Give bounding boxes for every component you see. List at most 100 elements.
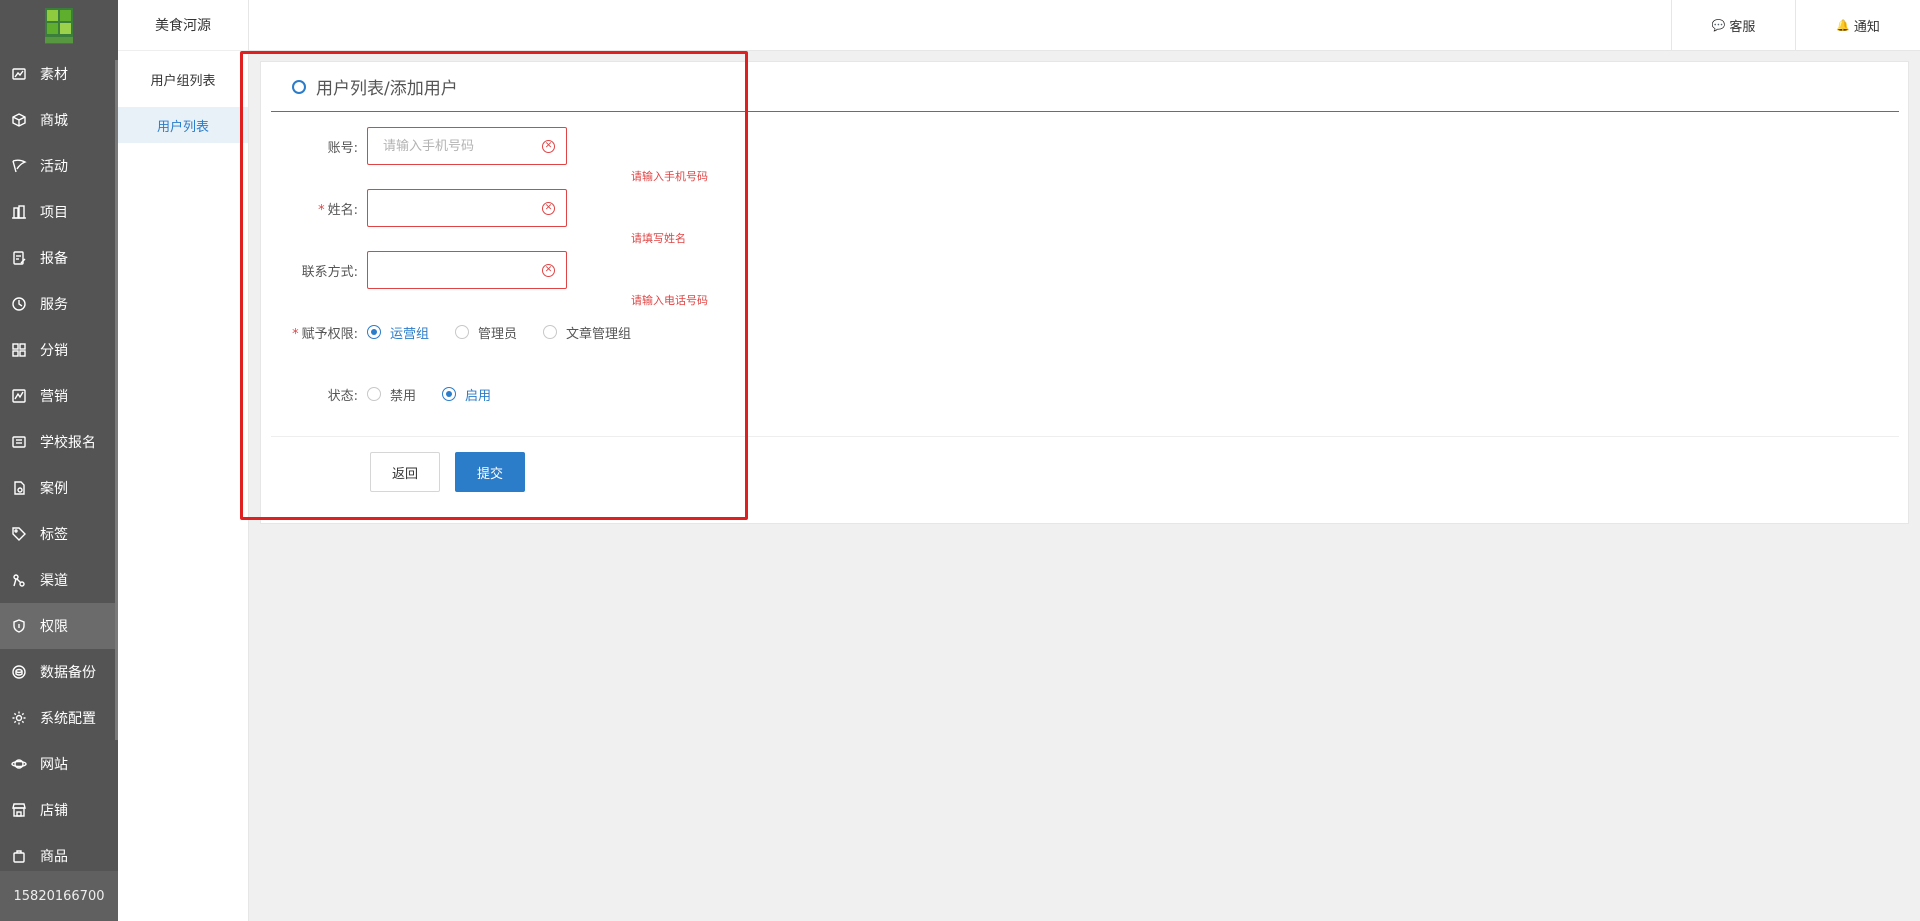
sidebar-item-4[interactable]: 项目 — [0, 189, 118, 235]
circle-icon — [292, 79, 306, 94]
database-icon — [10, 663, 28, 681]
sidebar-item-label: 数据备份 — [40, 665, 96, 681]
error-clear-icon[interactable]: ✕ — [542, 140, 555, 153]
sidebar-item-12[interactable]: 渠道 — [0, 557, 118, 603]
sidebar-item-label: 服务 — [40, 297, 68, 313]
customer-service-button[interactable]: 💬 客服 — [1671, 0, 1795, 51]
sidebar-item-label: 标签 — [40, 527, 68, 543]
permission-radio-article-admin[interactable]: 文章管理组 — [543, 323, 631, 342]
sidebar-item-13[interactable]: 权限 — [0, 603, 118, 649]
analytics-icon — [10, 387, 28, 405]
sidebar-item-label: 系统配置 — [40, 711, 96, 727]
submenu-item-users[interactable]: 用户列表 — [118, 107, 248, 143]
radio-dot — [367, 387, 381, 401]
submit-button[interactable]: 提交 — [455, 452, 525, 492]
add-user-card: 用户列表/添加用户 账号: ✕ 请输入手机号码 *姓名: ✕ 请填写姓名 联系方… — [260, 61, 1909, 524]
card-header: 用户列表/添加用户 — [271, 62, 1899, 112]
list-board-icon — [10, 433, 28, 451]
name-row: * 姓名: ✕ — [271, 189, 567, 227]
contact-label: 联系方式: — [301, 264, 358, 280]
building-icon — [10, 203, 28, 221]
sidebar-item-2[interactable]: 商城 — [0, 97, 118, 143]
site-title: 美食河源 — [118, 0, 248, 51]
name-input[interactable] — [383, 191, 543, 225]
contact-row: 联系方式: ✕ — [271, 251, 567, 289]
notification-button[interactable]: 🔔 通知 — [1795, 0, 1920, 51]
radio-dot — [367, 325, 381, 339]
permission-radio-operations[interactable]: 运营组 — [367, 323, 429, 342]
sidebar-item-9[interactable]: 学校报名 — [0, 419, 118, 465]
sidebar-item-14[interactable]: 数据备份 — [0, 649, 118, 695]
permission-radio-admin[interactable]: 管理员 — [455, 323, 517, 342]
sidebar-item-label: 学校报名 — [40, 435, 96, 451]
contact-error: 请输入电话号码 — [631, 294, 708, 307]
planet-icon — [10, 755, 28, 773]
status-radio-enabled[interactable]: 启用 — [442, 385, 491, 404]
flag-icon — [10, 157, 28, 175]
shield-icon — [10, 617, 28, 635]
sidebar-item-label: 分销 — [40, 343, 68, 359]
error-clear-icon[interactable]: ✕ — [542, 202, 555, 215]
sidebar-item-label: 网站 — [40, 757, 68, 773]
sidebar-item-8[interactable]: 营销 — [0, 373, 118, 419]
sidebar-item-label: 活动 — [40, 159, 68, 175]
clock-icon — [10, 295, 28, 313]
sidebar-item-17[interactable]: 店铺 — [0, 787, 118, 833]
contact-input[interactable] — [383, 253, 543, 287]
contact-field-box: ✕ — [367, 251, 567, 289]
gear-icon — [10, 709, 28, 727]
submenu-item-user-groups[interactable]: 用户组列表 — [118, 61, 248, 97]
account-row: 账号: ✕ — [271, 127, 567, 165]
tag-icon — [10, 525, 28, 543]
radio-dot — [543, 325, 558, 339]
submenu-panel: 美食河源 用户组列表 用户列表 — [118, 0, 249, 921]
breadcrumb: 用户列表/添加用户 — [316, 79, 458, 99]
grid-icon — [10, 341, 28, 359]
sidebar-item-label: 权限 — [40, 619, 68, 635]
radio-dot — [455, 325, 470, 339]
file-search-icon — [10, 479, 28, 497]
permission-label: * 赋予权限: — [292, 326, 358, 342]
status-radio-disabled[interactable]: 禁用 — [367, 385, 416, 404]
sidebar-item-16[interactable]: 网站 — [0, 741, 118, 787]
back-button[interactable]: 返回 — [370, 452, 440, 492]
sidebar-item-7[interactable]: 分销 — [0, 327, 118, 373]
sidebar-item-label: 店铺 — [40, 803, 68, 819]
user-phone: 15820166700 — [0, 871, 118, 921]
sidebar-item-1[interactable]: 素材 — [0, 51, 118, 97]
sidebar-item-label: 报备 — [40, 251, 68, 267]
sidebar-item-label: 渠道 — [40, 573, 68, 589]
name-label: * 姓名: — [318, 202, 358, 218]
error-clear-icon[interactable]: ✕ — [542, 264, 555, 277]
customer-service-label: 客服 — [1729, 20, 1756, 35]
sidebar-item-label: 项目 — [40, 205, 68, 221]
store-icon — [10, 801, 28, 819]
status-row: 状态: 禁用 启用 — [271, 375, 517, 413]
status-label: 状态: — [327, 388, 358, 404]
sidebar-item-6[interactable]: 服务 — [0, 281, 118, 327]
sidebar-item-label: 营销 — [40, 389, 68, 405]
sidebar-item-10[interactable]: 案例 — [0, 465, 118, 511]
sidebar-item-label: 商城 — [40, 113, 68, 129]
form-divider — [271, 436, 1899, 437]
chart-icon — [10, 65, 28, 83]
channel-icon — [10, 571, 28, 589]
sidebar-item-5[interactable]: 报备 — [0, 235, 118, 281]
account-label: 账号: — [327, 140, 358, 156]
bell-icon: 🔔 — [1836, 19, 1850, 32]
account-field-box: ✕ — [367, 127, 567, 165]
top-header: 💬 客服 🔔 通知 — [249, 0, 1920, 51]
name-field-box: ✕ — [367, 189, 567, 227]
permission-row: * 赋予权限: 运营组 管理员 文章管理组 — [271, 313, 657, 351]
sidebar-item-label: 案例 — [40, 481, 68, 497]
sidebar-item-3[interactable]: 活动 — [0, 143, 118, 189]
chat-bubble-icon: 💬 — [1711, 19, 1726, 32]
account-error: 请输入手机号码 — [631, 170, 708, 183]
main-sidebar: 素材商城活动项目报备服务分销营销学校报名案例标签渠道权限数据备份系统配置网站店铺… — [0, 0, 118, 921]
bag-icon — [10, 847, 28, 865]
sidebar-item-11[interactable]: 标签 — [0, 511, 118, 557]
sidebar-item-15[interactable]: 系统配置 — [0, 695, 118, 741]
app-logo — [0, 0, 118, 51]
account-input[interactable] — [383, 129, 543, 163]
name-error: 请填写姓名 — [631, 232, 686, 245]
